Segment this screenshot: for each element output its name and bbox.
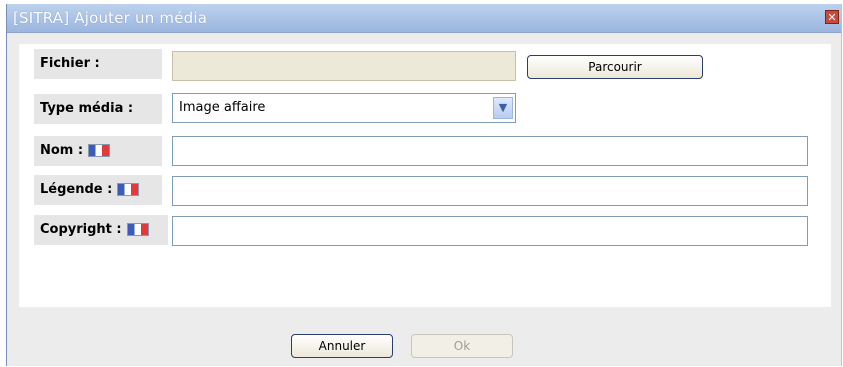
type-label-text: Type média : [40, 101, 134, 116]
cancel-button[interactable]: Annuler [291, 334, 393, 358]
close-icon[interactable]: ✕ [825, 10, 839, 24]
french-flag-icon[interactable] [126, 223, 149, 236]
title-bar: [SITRA] Ajouter un média ✕ [7, 4, 841, 33]
file-label: Fichier : [34, 49, 162, 79]
french-flag-icon[interactable] [88, 144, 111, 157]
copyright-field[interactable] [172, 216, 808, 246]
form-panel: Fichier : Parcourir Type média : Image a… [19, 44, 831, 307]
add-media-dialog: [SITRA] Ajouter un média ✕ Fichier : Par… [6, 4, 842, 366]
caption-label: Légende : [34, 175, 162, 205]
ok-button[interactable]: Ok [411, 334, 513, 358]
file-label-text: Fichier : [40, 56, 100, 71]
media-type-select[interactable]: Image affaire ▼ [172, 93, 516, 123]
chevron-down-icon[interactable]: ▼ [493, 97, 513, 119]
browse-button[interactable]: Parcourir [527, 55, 703, 79]
media-type-value: Image affaire [179, 100, 266, 115]
french-flag-icon[interactable] [117, 183, 140, 196]
caption-field[interactable] [172, 176, 808, 206]
name-label-text: Nom : [40, 143, 84, 158]
name-field[interactable] [172, 136, 808, 166]
file-field[interactable] [172, 51, 516, 81]
name-label: Nom : [34, 136, 162, 166]
copyright-label: Copyright : [34, 215, 168, 245]
button-bar: Annuler Ok [7, 307, 841, 366]
dialog-title: [SITRA] Ajouter un média [13, 9, 208, 27]
type-label: Type média : [34, 94, 162, 124]
caption-label-text: Légende : [40, 182, 113, 197]
copyright-label-text: Copyright : [40, 222, 122, 237]
